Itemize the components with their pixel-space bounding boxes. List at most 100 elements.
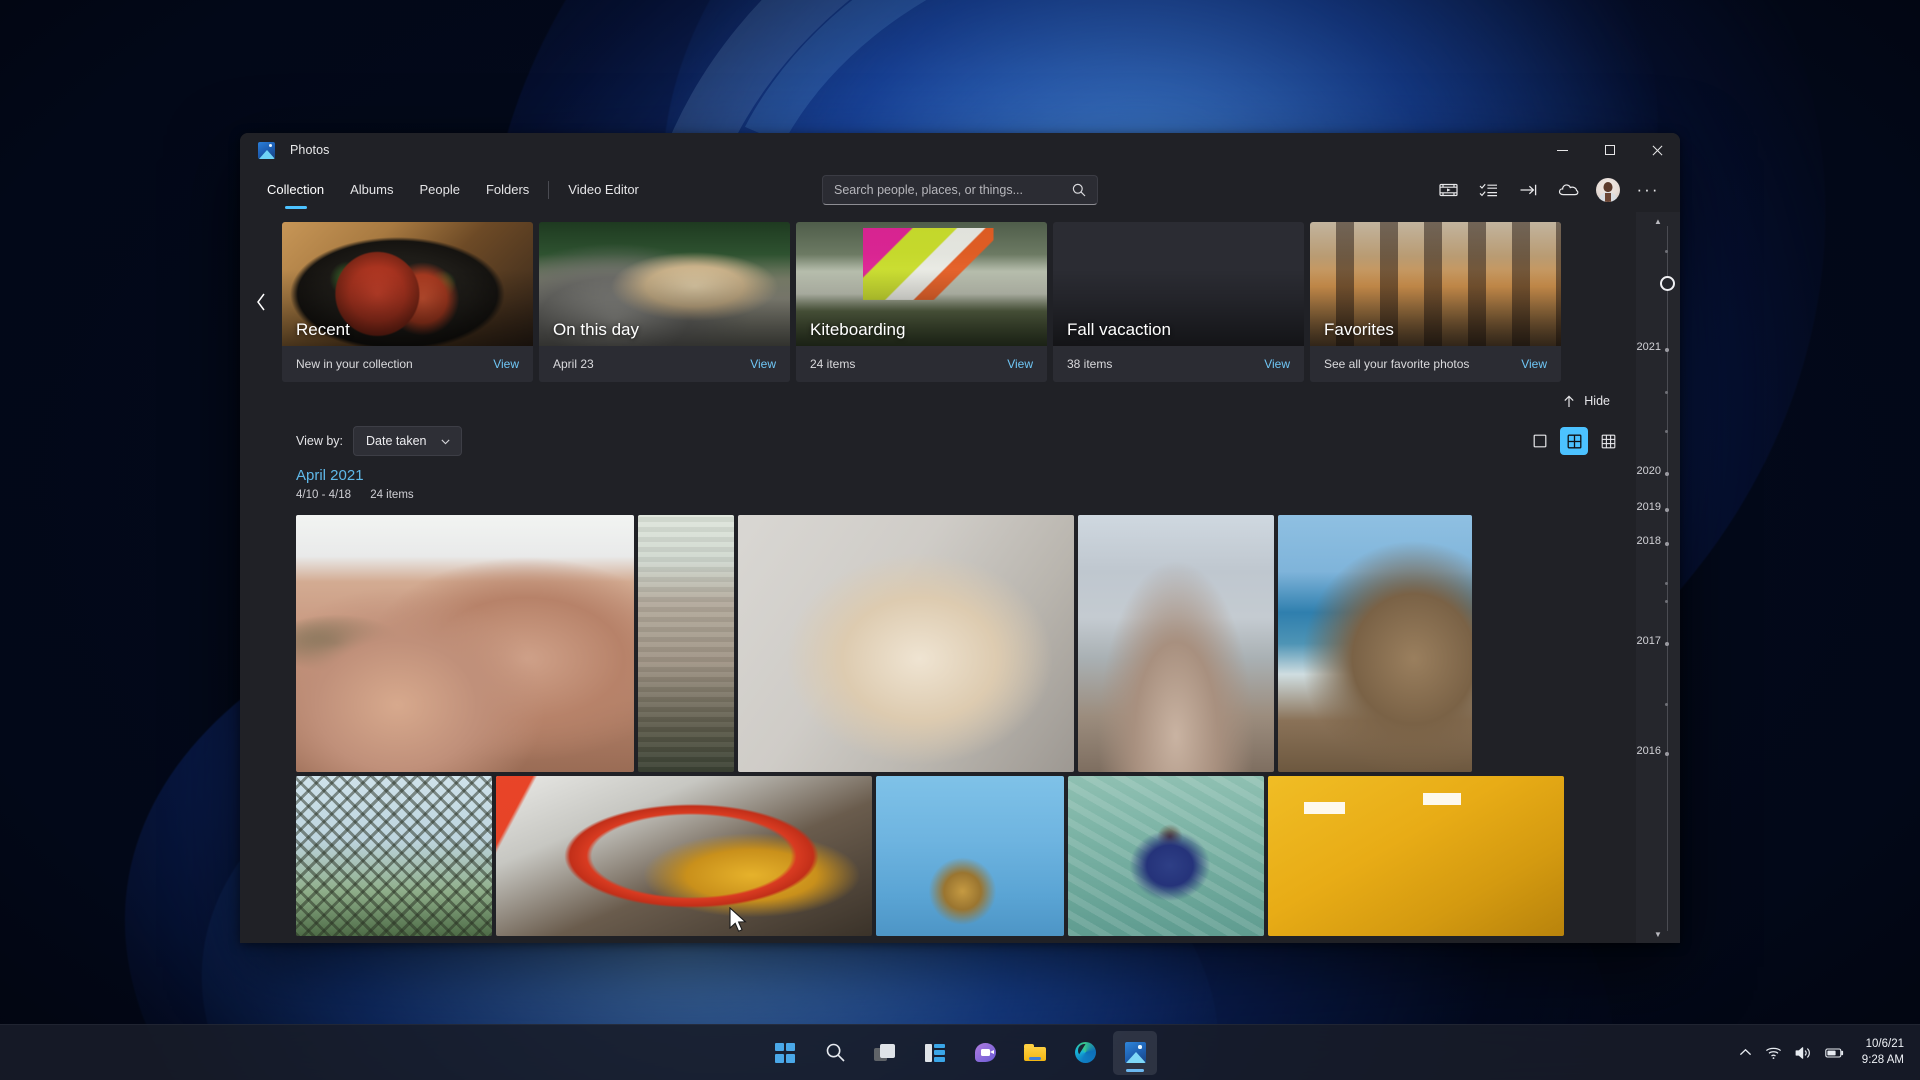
window-titlebar[interactable]: Photos (240, 133, 1680, 167)
timeline-line (1667, 226, 1668, 931)
photo-eiffel-tower (296, 776, 492, 937)
taskbar-start-button[interactable] (763, 1031, 807, 1075)
memory-card-favorites[interactable]: Favorites See all your favorite photos V… (1310, 222, 1561, 382)
hide-carousel-button[interactable]: Hide (1555, 390, 1618, 412)
avatar[interactable] (1596, 177, 1620, 202)
tray-icons[interactable] (1729, 1033, 1854, 1073)
see-more-button[interactable]: ··· (1628, 173, 1668, 207)
search-box[interactable] (822, 174, 1098, 205)
import-button[interactable] (1508, 173, 1548, 207)
taskbar-edge-button[interactable] (1063, 1031, 1107, 1075)
photo-tile[interactable] (638, 515, 734, 773)
photo-tile[interactable] (296, 515, 634, 773)
film-strip-icon (1438, 183, 1458, 196)
memory-card-title: Recent (296, 320, 350, 339)
memory-card-footer: New in your collection View (282, 346, 533, 382)
tab-people-label: People (419, 182, 460, 197)
photo-tile[interactable] (738, 515, 1074, 773)
photo-puppy-chair (738, 515, 1074, 773)
timeline-track[interactable]: 2021 2020 2019 2018 2017 2016 (1636, 226, 1680, 931)
select-button[interactable] (1468, 173, 1508, 207)
photo-tile[interactable] (1268, 776, 1564, 937)
memory-card-on-this-day[interactable]: On this day April 23 View (539, 222, 790, 382)
timeline-year-2018[interactable]: 2018 (1637, 535, 1661, 547)
memory-card-fall-vacation[interactable]: Fall vacaction 38 items View (1053, 222, 1304, 382)
memory-card-view-link[interactable]: View (1521, 357, 1547, 371)
photo-tile[interactable] (1078, 515, 1274, 773)
memory-card-recent[interactable]: Recent New in your collection View (282, 222, 533, 382)
battery-icon[interactable] (1825, 1047, 1844, 1059)
taskbar-taskview-button[interactable] (863, 1031, 907, 1075)
taskbar-photos-button[interactable] (1113, 1030, 1157, 1075)
zoom-small-button[interactable] (1594, 427, 1622, 455)
memory-card-subtitle: 24 items (810, 357, 856, 371)
hide-row: Hide (240, 382, 1680, 412)
view-by-selected-value: Date taken (366, 434, 427, 448)
timeline-year-dot (1664, 472, 1669, 476)
view-by-dropdown[interactable]: Date taken (353, 426, 463, 456)
photo-tile[interactable] (876, 776, 1064, 937)
timeline-scrollbar[interactable]: ▲ 2021 2020 2019 2018 2017 2016 ▼ (1636, 212, 1680, 943)
avatar-collar (1605, 192, 1611, 202)
memory-card-subtitle: 38 items (1067, 357, 1113, 371)
tab-collection[interactable]: Collection (254, 167, 337, 212)
group-date-range: 4/10 - 4/18 (296, 489, 351, 502)
timeline-scroll-down-button[interactable]: ▼ (1654, 931, 1662, 943)
wifi-icon[interactable] (1765, 1046, 1782, 1060)
command-bar-actions: ··· (1428, 173, 1680, 207)
memory-card-kiteboarding[interactable]: Kiteboarding 24 items View (796, 222, 1047, 382)
memory-card-view-link[interactable]: View (750, 357, 776, 371)
memory-card-view-link[interactable]: View (1007, 357, 1033, 371)
onedrive-button[interactable] (1548, 173, 1588, 207)
tab-folders[interactable]: Folders (473, 167, 542, 212)
memory-card-footer: See all your favorite photos View (1310, 346, 1561, 382)
timeline-minor-dot (1665, 703, 1668, 706)
tab-video-editor[interactable]: Video Editor (555, 167, 652, 212)
tab-video-editor-label: Video Editor (568, 182, 639, 197)
photo-tile[interactable] (1278, 515, 1472, 773)
minimize-button[interactable] (1539, 133, 1586, 167)
chevron-up-icon[interactable] (1739, 1048, 1752, 1057)
timeline-year-2017[interactable]: 2017 (1637, 635, 1661, 647)
photo-paris-rooftops (638, 515, 734, 773)
tab-albums[interactable]: Albums (337, 167, 406, 212)
photo-tile[interactable] (296, 776, 492, 937)
timeline-year-2020[interactable]: 2020 (1637, 465, 1661, 477)
zoom-large-button[interactable] (1526, 427, 1554, 455)
timeline-year-2016[interactable]: 2016 (1637, 745, 1661, 757)
timeline-year-2019[interactable]: 2019 (1637, 501, 1661, 513)
taskbar-widgets-button[interactable] (913, 1031, 957, 1075)
timeline-handle[interactable] (1660, 276, 1675, 291)
memory-card-view-link[interactable]: View (1264, 357, 1290, 371)
arrow-up-icon (1564, 394, 1574, 407)
taskbar-search-button[interactable] (813, 1031, 857, 1075)
zoom-medium-button[interactable] (1560, 427, 1588, 455)
tab-people[interactable]: People (406, 167, 472, 212)
clock-date: 10/6/21 (1865, 1037, 1904, 1050)
maximize-button[interactable] (1586, 133, 1633, 167)
photo-tile[interactable] (1068, 776, 1264, 937)
edge-browser-icon (1074, 1042, 1096, 1063)
photo-swing-ride (876, 776, 1064, 937)
taskbar-items (763, 1030, 1157, 1075)
speaker-icon[interactable] (1795, 1046, 1812, 1060)
search-input[interactable] (834, 182, 1071, 197)
photo-tile[interactable] (496, 776, 872, 937)
taskbar-explorer-button[interactable] (1013, 1031, 1057, 1075)
timeline-year-2021[interactable]: 2021 (1637, 341, 1661, 353)
carousel-prev-button[interactable] (240, 222, 282, 382)
tab-folders-label: Folders (485, 182, 530, 197)
minimize-icon (1557, 149, 1568, 151)
timeline-minor-dot (1665, 250, 1668, 253)
timeline-year-dot (1664, 752, 1669, 756)
group-title[interactable]: April 2021 (296, 466, 1680, 486)
close-button[interactable] (1633, 133, 1680, 167)
memory-card-view-link[interactable]: View (493, 357, 519, 371)
taskbar-chat-button[interactable] (963, 1031, 1007, 1075)
timeline-scroll-up-button[interactable]: ▲ (1654, 218, 1662, 226)
clock-time: 9:28 AM (1861, 1053, 1904, 1066)
chat-icon (974, 1043, 996, 1062)
new-video-button[interactable] (1428, 173, 1468, 207)
taskbar-clock[interactable]: 10/6/21 9:28 AM (1854, 1033, 1920, 1073)
photo-grid-row (296, 776, 1680, 937)
